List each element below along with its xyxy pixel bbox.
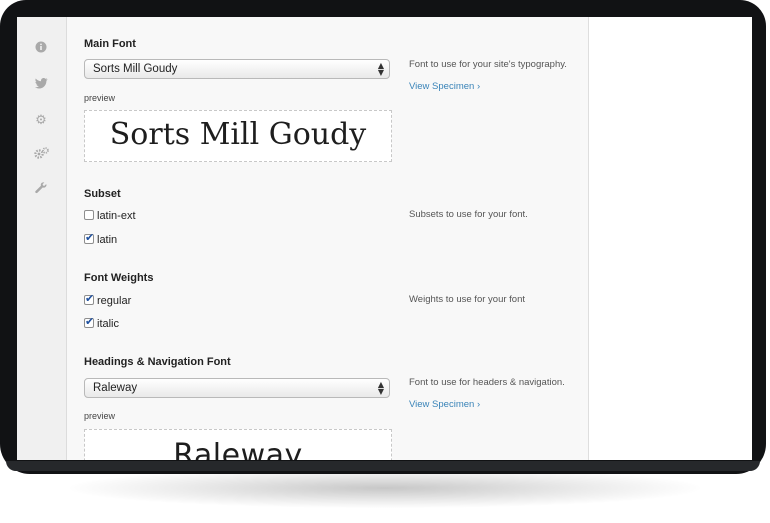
main-font-preview: Sorts Mill Goudy bbox=[84, 110, 392, 162]
main-font-select-value: Sorts Mill Goudy bbox=[93, 63, 178, 75]
gear-icon[interactable]: ⚙ bbox=[32, 112, 50, 130]
device-shadow bbox=[70, 468, 700, 508]
weight-italic-label: italic bbox=[97, 318, 120, 330]
info-icon[interactable] bbox=[32, 41, 50, 59]
headings-font-preview-label: preview bbox=[84, 411, 116, 421]
subset-option-latin-ext[interactable]: latin-ext bbox=[84, 209, 136, 223]
headings-font-preview: Raleway bbox=[84, 429, 392, 460]
subset-latin-ext-label: latin-ext bbox=[97, 210, 136, 222]
subset-latin-ext-checkbox[interactable] bbox=[84, 210, 94, 221]
screen: ⚙ Main Font Sorts Mill Goudy ▲ ▼ preview … bbox=[17, 17, 752, 460]
select-arrows-icon: ▲ ▼ bbox=[377, 380, 384, 396]
weight-regular-checkbox[interactable] bbox=[84, 292, 94, 306]
headings-font-view-specimen-label: View Specimen bbox=[409, 399, 475, 410]
weights-description: Weights to use for your font bbox=[409, 294, 525, 305]
headings-font-select-value: Raleway bbox=[93, 382, 138, 394]
weight-option-regular[interactable]: regular bbox=[84, 292, 132, 308]
headings-font-title: Headings & Navigation Font bbox=[84, 356, 231, 368]
chevron-right-icon: › bbox=[476, 399, 481, 410]
subset-description: Subsets to use for your font. bbox=[409, 209, 528, 220]
main-font-select[interactable]: Sorts Mill Goudy ▲ ▼ bbox=[84, 59, 390, 79]
weight-regular-label: regular bbox=[97, 295, 132, 307]
subset-option-latin[interactable]: latin bbox=[84, 231, 118, 247]
weights-title: Font Weights bbox=[84, 272, 154, 284]
main-font-title: Main Font bbox=[84, 38, 136, 50]
settings-panel: Main Font Sorts Mill Goudy ▲ ▼ preview So… bbox=[67, 17, 588, 460]
weight-italic-checkbox[interactable] bbox=[84, 315, 94, 329]
select-arrows-icon: ▲ ▼ bbox=[377, 61, 384, 77]
gears-icon[interactable] bbox=[32, 147, 50, 165]
subset-title: Subset bbox=[84, 188, 121, 200]
wrench-icon[interactable] bbox=[32, 182, 50, 200]
sidebar: ⚙ bbox=[17, 17, 67, 460]
main-font-view-specimen-label: View Specimen bbox=[409, 81, 475, 92]
headings-font-preview-text: Raleway bbox=[173, 438, 303, 460]
main-font-preview-text: Sorts Mill Goudy bbox=[109, 117, 367, 152]
chevron-right-icon: › bbox=[476, 81, 481, 92]
subset-latin-label: latin bbox=[97, 234, 118, 246]
headings-font-select[interactable]: Raleway ▲ ▼ bbox=[84, 378, 390, 398]
twitter-icon[interactable] bbox=[32, 77, 50, 95]
subset-latin-checkbox[interactable] bbox=[84, 231, 94, 245]
headings-font-description: Font to use for headers & navigation. bbox=[409, 377, 565, 388]
headings-font-view-specimen-link[interactable]: View Specimen › bbox=[409, 399, 480, 410]
main-font-view-specimen-link[interactable]: View Specimen › bbox=[409, 81, 480, 92]
main-font-description: Font to use for your site's typography. bbox=[409, 59, 567, 70]
device-frame: ⚙ Main Font Sorts Mill Goudy ▲ ▼ preview … bbox=[0, 0, 766, 474]
right-pane bbox=[588, 17, 752, 460]
weight-option-italic[interactable]: italic bbox=[84, 315, 120, 331]
main-font-preview-label: preview bbox=[84, 93, 116, 103]
